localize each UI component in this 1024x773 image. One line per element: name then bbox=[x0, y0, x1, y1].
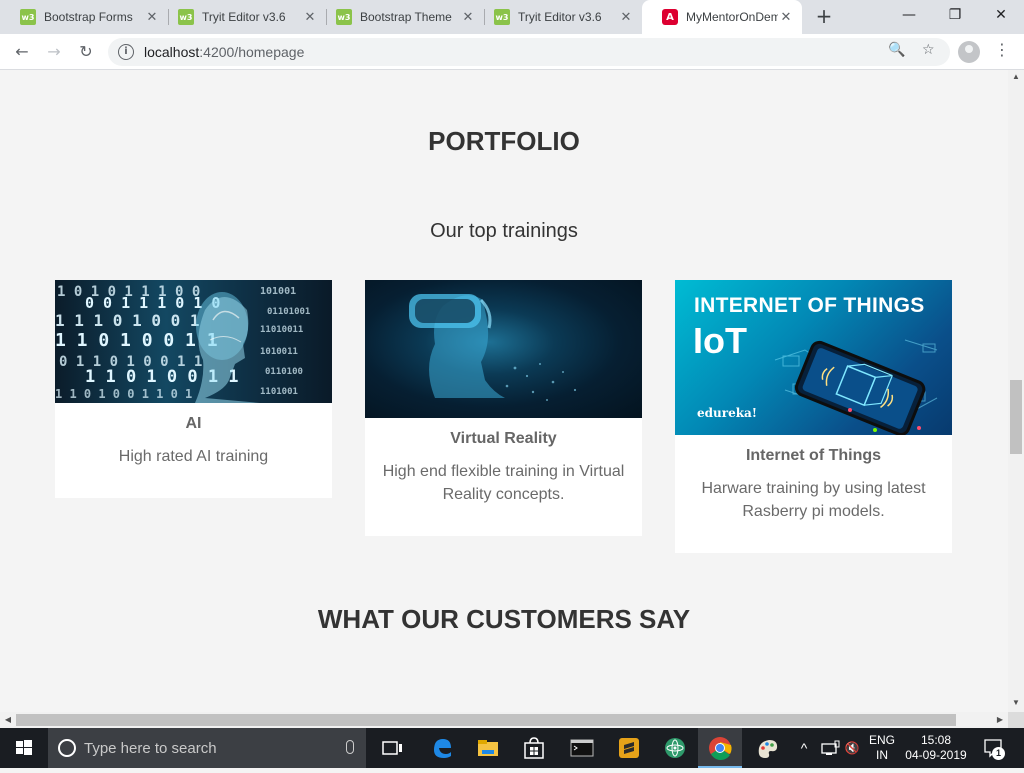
task-view-icon[interactable] bbox=[380, 736, 404, 760]
command-prompt-icon[interactable] bbox=[570, 736, 594, 760]
browser-menu-icon[interactable]: ⋮ bbox=[994, 40, 1010, 64]
url-host: localhost bbox=[144, 44, 200, 60]
zoom-icon[interactable]: 🔍 bbox=[888, 42, 905, 58]
svg-text:1 1 0 1 0 0 1 1 0 1: 1 1 0 1 0 0 1 1 0 1 bbox=[55, 387, 192, 401]
svg-text:1010011: 1010011 bbox=[260, 347, 298, 357]
url-path: :4200/homepage bbox=[199, 44, 305, 60]
microphone-icon[interactable] bbox=[346, 740, 354, 754]
address-bar[interactable]: i localhost:4200/homepage 🔍 ☆ bbox=[108, 38, 950, 66]
svg-text:1 1 1 0 1 0 0 1: 1 1 1 0 1 0 0 1 bbox=[55, 311, 200, 330]
card-internet-of-things[interactable]: INTERNET OF THINGS IoT edureka! Internet… bbox=[675, 280, 952, 553]
vertical-scrollbar[interactable]: ▲ ▼ bbox=[1008, 70, 1024, 712]
language-code: ENG bbox=[868, 733, 895, 747]
card-description: High end flexible training in Virtual Re… bbox=[382, 463, 625, 503]
volume-icon[interactable]: 🔇 bbox=[842, 728, 862, 768]
network-icon[interactable] bbox=[818, 736, 842, 760]
card-virtual-reality[interactable]: Virtual Reality High end flexible traini… bbox=[365, 280, 642, 536]
w3schools-favicon-icon: w3 bbox=[178, 9, 194, 25]
paint-app-icon[interactable] bbox=[755, 736, 779, 760]
sublime-text-icon[interactable] bbox=[617, 736, 641, 760]
notification-count-badge: 1 bbox=[992, 747, 1005, 760]
chrome-taskbar-item[interactable] bbox=[698, 728, 742, 768]
forward-button[interactable]: → bbox=[42, 40, 66, 64]
iot-phone-illustration bbox=[774, 339, 938, 435]
back-button[interactable]: ← bbox=[10, 40, 34, 64]
windows-taskbar: Type here to search ^ 🔇 ENG IN 15:08 04-… bbox=[0, 728, 1024, 768]
scroll-right-arrow-icon[interactable]: ▶ bbox=[992, 712, 1008, 728]
svg-text:1 1 0 1 0 0 1 1: 1 1 0 1 0 0 1 1 bbox=[55, 330, 218, 351]
language-indicator[interactable]: ENG IN bbox=[866, 728, 898, 768]
ai-binary-head-illustration: 1 0 1 0 1 1 1 0 0 0 0 1 1 1 0 1 0 1 1 1 … bbox=[55, 284, 310, 403]
clock-time: 15:08 bbox=[920, 733, 952, 747]
horizontal-scrollbar[interactable]: ◀ ▶ bbox=[0, 712, 1008, 728]
start-button[interactable] bbox=[0, 728, 48, 768]
new-tab-button[interactable]: + bbox=[812, 4, 836, 28]
vr-training-image bbox=[365, 280, 642, 418]
tab-bootstrap-forms[interactable]: w3 Bootstrap Forms ✕ bbox=[0, 0, 168, 34]
svg-text:101001: 101001 bbox=[260, 286, 296, 297]
site-info-icon[interactable]: i bbox=[118, 44, 134, 60]
w3schools-favicon-icon: w3 bbox=[494, 9, 510, 25]
svg-text:0110100: 0110100 bbox=[265, 367, 303, 377]
horizontal-scroll-thumb[interactable] bbox=[16, 714, 956, 726]
portfolio-subtitle: Our top trainings bbox=[430, 220, 578, 242]
card-title: Internet of Things bbox=[745, 447, 882, 464]
card-title: AI bbox=[185, 415, 202, 432]
ai-training-image: 1 0 1 0 1 1 1 0 0 0 0 1 1 1 0 1 0 1 1 1 … bbox=[55, 280, 332, 403]
angular-favicon-icon: A bbox=[662, 9, 678, 25]
scroll-down-arrow-icon[interactable]: ▼ bbox=[1008, 696, 1024, 710]
region-code: IN bbox=[876, 748, 888, 762]
card-description: Harware training by using latest Rasberr… bbox=[701, 480, 926, 520]
vr-headset-illustration bbox=[409, 294, 577, 401]
scroll-left-arrow-icon[interactable]: ◀ bbox=[0, 712, 16, 728]
scroll-up-arrow-icon[interactable]: ▲ bbox=[1008, 70, 1024, 84]
tab-mymentorondemand[interactable]: A MyMentorOnDem ✕ bbox=[642, 0, 802, 34]
profile-avatar-icon[interactable] bbox=[958, 41, 980, 63]
close-tab-icon[interactable]: ✕ bbox=[778, 10, 794, 25]
tab-title: Bootstrap Theme bbox=[360, 10, 452, 24]
atom-editor-icon[interactable] bbox=[663, 736, 687, 760]
tab-tryit-editor-2[interactable]: w3 Tryit Editor v3.6 ✕ bbox=[474, 0, 642, 34]
clock-date: 04-09-2019 bbox=[905, 748, 967, 762]
minimize-button[interactable]: — bbox=[886, 0, 932, 30]
tab-title: Tryit Editor v3.6 bbox=[202, 10, 286, 24]
clock[interactable]: 15:08 04-09-2019 bbox=[900, 728, 972, 768]
tab-tryit-editor-1[interactable]: w3 Tryit Editor v3.6 ✕ bbox=[158, 0, 326, 34]
testimonials-heading: WHAT OUR CUSTOMERS SAY bbox=[317, 604, 691, 634]
chrome-icon bbox=[709, 737, 732, 760]
search-placeholder: Type here to search bbox=[84, 739, 217, 757]
tab-strip: w3 Bootstrap Forms ✕ w3 Tryit Editor v3.… bbox=[0, 0, 1024, 34]
bookmark-star-icon[interactable]: ☆ bbox=[922, 42, 935, 58]
svg-text:11010011: 11010011 bbox=[260, 325, 303, 335]
show-hidden-icons-button[interactable]: ^ bbox=[794, 728, 814, 768]
w3schools-favicon-icon: w3 bbox=[20, 9, 36, 25]
cortana-icon bbox=[58, 739, 76, 757]
action-center-button[interactable]: 1 bbox=[980, 728, 1008, 768]
reload-button[interactable]: ↻ bbox=[74, 40, 98, 64]
edge-browser-icon[interactable] bbox=[430, 736, 454, 760]
portfolio-heading: PORTFOLIO bbox=[428, 126, 580, 156]
file-explorer-icon[interactable] bbox=[476, 736, 500, 760]
svg-text:01101001: 01101001 bbox=[267, 307, 310, 317]
w3schools-favicon-icon: w3 bbox=[336, 9, 352, 25]
close-tab-icon[interactable]: ✕ bbox=[618, 10, 634, 25]
microsoft-store-icon[interactable] bbox=[522, 736, 546, 760]
tab-title: MyMentorOnDem bbox=[686, 10, 778, 24]
svg-text:1101001: 1101001 bbox=[260, 387, 298, 397]
browser-toolbar: ← → ↻ i localhost:4200/homepage 🔍 ☆ bbox=[0, 34, 1024, 70]
card-ai[interactable]: 1 0 1 0 1 1 1 0 0 0 0 1 1 1 0 1 0 1 1 1 … bbox=[55, 280, 332, 498]
page-viewport: PORTFOLIO Our top trainings 1 0 1 0 1 1 … bbox=[0, 70, 1008, 712]
scrollbar-corner bbox=[1008, 712, 1024, 728]
tab-title: Tryit Editor v3.6 bbox=[518, 10, 602, 24]
restore-button[interactable]: ❐ bbox=[932, 0, 978, 30]
iot-training-image: INTERNET OF THINGS IoT edureka! bbox=[675, 280, 952, 435]
card-description: High rated AI training bbox=[118, 448, 269, 465]
tab-bootstrap-theme[interactable]: w3 Bootstrap Theme ✕ bbox=[316, 0, 484, 34]
close-window-button[interactable]: ✕ bbox=[978, 0, 1024, 30]
taskbar-search-box[interactable]: Type here to search bbox=[48, 728, 366, 768]
card-title: Virtual Reality bbox=[450, 430, 557, 447]
tab-title: Bootstrap Forms bbox=[44, 10, 133, 24]
windows-logo-icon bbox=[16, 740, 32, 755]
vertical-scroll-thumb[interactable] bbox=[1010, 380, 1022, 454]
